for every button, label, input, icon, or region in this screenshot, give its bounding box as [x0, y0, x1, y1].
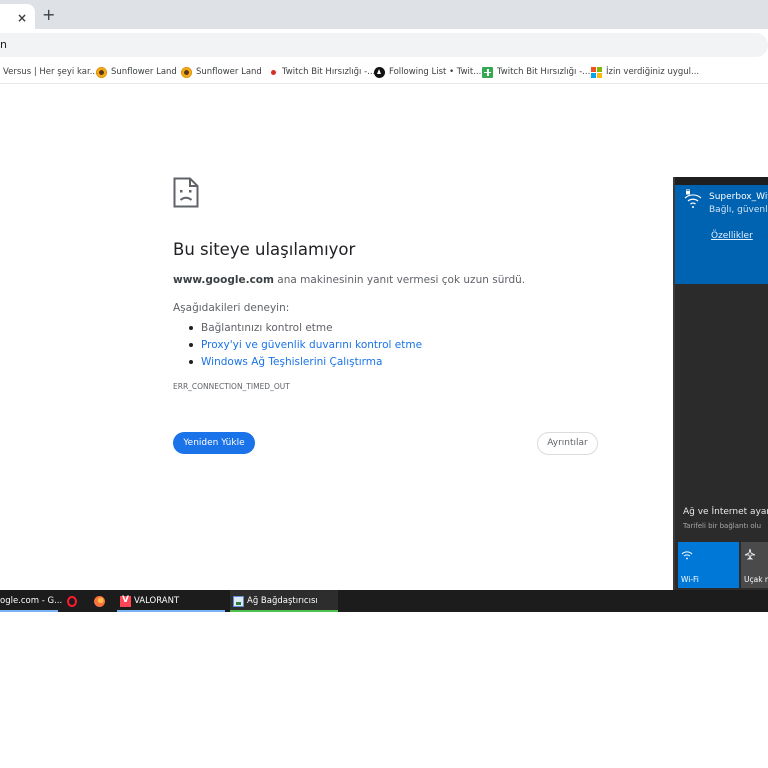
- airplane-mode-button[interactable]: Uçak modu: [741, 542, 768, 588]
- suggestion-list: Bağlantınızı kontrol etme Proxy'yi ve gü…: [189, 319, 422, 370]
- network-settings-subtext: Tarifeli bir bağlantı olu: [683, 522, 762, 530]
- microsoft-icon: [591, 66, 602, 78]
- taskbar-item-label: VALORANT: [134, 596, 180, 606]
- active-indicator: [230, 610, 338, 612]
- bookmarks-bar: Versus | Her şeyi kar... Sunflower Land …: [0, 60, 768, 84]
- tab-strip: × +: [0, 0, 768, 29]
- sad-page-icon: [173, 177, 199, 208]
- network-diagnostics-link[interactable]: Windows Ağ Teşhislerini Çalıştırma: [201, 355, 382, 369]
- active-indicator: [0, 610, 58, 612]
- taskbar-item-label: ogle.com - G...: [0, 596, 63, 606]
- secured-wifi-icon: [684, 189, 702, 208]
- google-sheets-icon: [482, 66, 493, 78]
- details-button[interactable]: Ayrıntılar: [537, 432, 598, 455]
- wifi-toggle-button[interactable]: Wi-Fi: [678, 542, 739, 588]
- toolbar: n: [0, 29, 768, 60]
- bookmark-label: İzin verdiğiniz uygul...: [606, 67, 700, 77]
- bookmark-label: Sunflower Land: [196, 67, 262, 77]
- suggestion-text: Bağlantınızı kontrol etme: [201, 321, 333, 334]
- suggestion-check-connection: Bağlantınızı kontrol etme: [189, 319, 422, 336]
- firefox-icon: [94, 595, 105, 607]
- airplane-mode-label: Uçak modu: [744, 575, 768, 584]
- error-host: www.google.com: [173, 274, 274, 286]
- bookmark-sunflower-land-1[interactable]: Sunflower Land: [96, 64, 177, 80]
- error-summary: www.google.com ana makinesinin yanıt ver…: [173, 274, 525, 286]
- taskbar-valorant[interactable]: VALORANT: [117, 590, 225, 612]
- following-icon: [374, 66, 385, 78]
- error-summary-text: ana makinesinin yanıt vermesi çok uzun s…: [273, 274, 526, 286]
- sunflower-icon: [181, 66, 192, 78]
- new-tab-button[interactable]: +: [42, 5, 55, 24]
- properties-link[interactable]: Özellikler: [711, 231, 753, 241]
- taskbar: ogle.com - G... VALORANT Ağ Bağdaştırıcı…: [0, 590, 768, 612]
- active-tab[interactable]: ×: [0, 4, 35, 29]
- bookmark-label: Twitch Bit Hırsızlığı -...: [497, 67, 591, 77]
- network-ssid: Superbox_Wifi: [709, 192, 768, 202]
- error-title: Bu siteye ulaşılamıyor: [173, 240, 356, 259]
- wifi-icon: [681, 551, 693, 560]
- active-indicator: [117, 610, 225, 612]
- address-bar[interactable]: n: [0, 33, 768, 57]
- reload-button[interactable]: Yeniden Yükle: [173, 432, 255, 454]
- bookmark-label: Sunflower Land: [111, 67, 177, 77]
- connection-status: Bağlı, güvenli: [709, 205, 768, 215]
- bookmark-label: Twitch Bit Hırsızlığı -...: [282, 67, 376, 77]
- bookmark-twitch-bit-1[interactable]: Twitch Bit Hırsızlığı -...: [268, 64, 375, 80]
- bookmark-label: Versus | Her şeyi kar...: [3, 67, 98, 77]
- bookmark-izin-verdiginiz[interactable]: İzin verdiğiniz uygul...: [591, 64, 699, 80]
- red-dot-icon: [271, 69, 276, 75]
- network-adapter-icon: [233, 595, 244, 607]
- airplane-icon: [744, 548, 756, 560]
- try-heading: Aşağıdakileri deneyin:: [173, 302, 290, 314]
- close-tab-icon[interactable]: ×: [17, 11, 27, 25]
- error-code: ERR_CONNECTION_TIMED_OUT: [173, 382, 290, 391]
- bookmark-sunflower-land-2[interactable]: Sunflower Land: [181, 64, 262, 80]
- valorant-icon: [120, 595, 131, 607]
- connected-network-panel[interactable]: Superbox_Wifi Bağlı, güvenli Özellikler: [675, 177, 768, 284]
- taskbar-firefox[interactable]: [94, 590, 108, 612]
- network-flyout: Superbox_Wifi Bağlı, güvenli Özellikler …: [673, 177, 768, 590]
- network-settings-link[interactable]: Ağ ve İnternet ayarları: [683, 507, 768, 517]
- bullet-icon: [189, 342, 193, 347]
- wifi-toggle-label: Wi-Fi: [681, 575, 699, 584]
- bookmark-following-list[interactable]: Following List • Twit...: [374, 64, 481, 80]
- taskbar-item-label: Ağ Bağdaştırıcısı: [247, 596, 318, 606]
- flyout-top-strip: [675, 177, 768, 185]
- bookmark-twitch-bit-2[interactable]: Twitch Bit Hırsızlığı -...: [482, 64, 590, 80]
- sunflower-icon: [96, 66, 107, 78]
- opera-icon: [67, 595, 77, 607]
- taskbar-opera[interactable]: [67, 590, 80, 612]
- bookmark-label: Following List • Twit...: [389, 67, 482, 77]
- taskbar-network-adapter[interactable]: Ağ Bağdaştırıcısı: [230, 590, 338, 612]
- bullet-icon: [189, 359, 193, 364]
- bookmark-versus[interactable]: Versus | Her şeyi kar...: [3, 64, 98, 80]
- suggestion-check-proxy: Proxy'yi ve güvenlik duvarını kontrol et…: [189, 336, 422, 353]
- taskbar-chrome[interactable]: ogle.com - G...: [0, 590, 62, 612]
- proxy-firewall-link[interactable]: Proxy'yi ve güvenlik duvarını kontrol et…: [201, 338, 422, 352]
- suggestion-diagnostics: Windows Ağ Teşhislerini Çalıştırma: [189, 353, 422, 370]
- bullet-icon: [189, 325, 193, 330]
